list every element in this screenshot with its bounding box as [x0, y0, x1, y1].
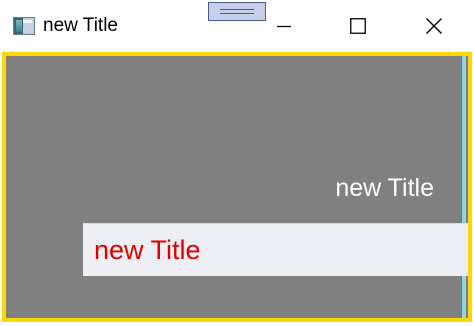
content-area: new Title new Title — [2, 52, 472, 322]
maximize-button[interactable] — [330, 0, 386, 52]
drag-handle-line — [220, 9, 254, 10]
title-label: new Title — [335, 174, 434, 202]
close-button[interactable] — [406, 0, 462, 52]
title-bar[interactable]: new Title — [0, 0, 474, 52]
app-window-icon — [13, 17, 35, 35]
window-title: new Title — [43, 15, 118, 36]
minimize-icon — [277, 25, 291, 28]
title-textbox[interactable]: new Title — [83, 223, 468, 276]
minimize-button[interactable] — [256, 0, 312, 52]
title-textbox-value: new Title — [94, 235, 201, 265]
drag-handle-line — [220, 13, 254, 14]
app-window: new Title new Title new Title — [0, 0, 474, 326]
close-icon — [426, 18, 442, 34]
maximize-icon — [350, 18, 366, 34]
scrollbar-strip[interactable] — [461, 56, 466, 318]
